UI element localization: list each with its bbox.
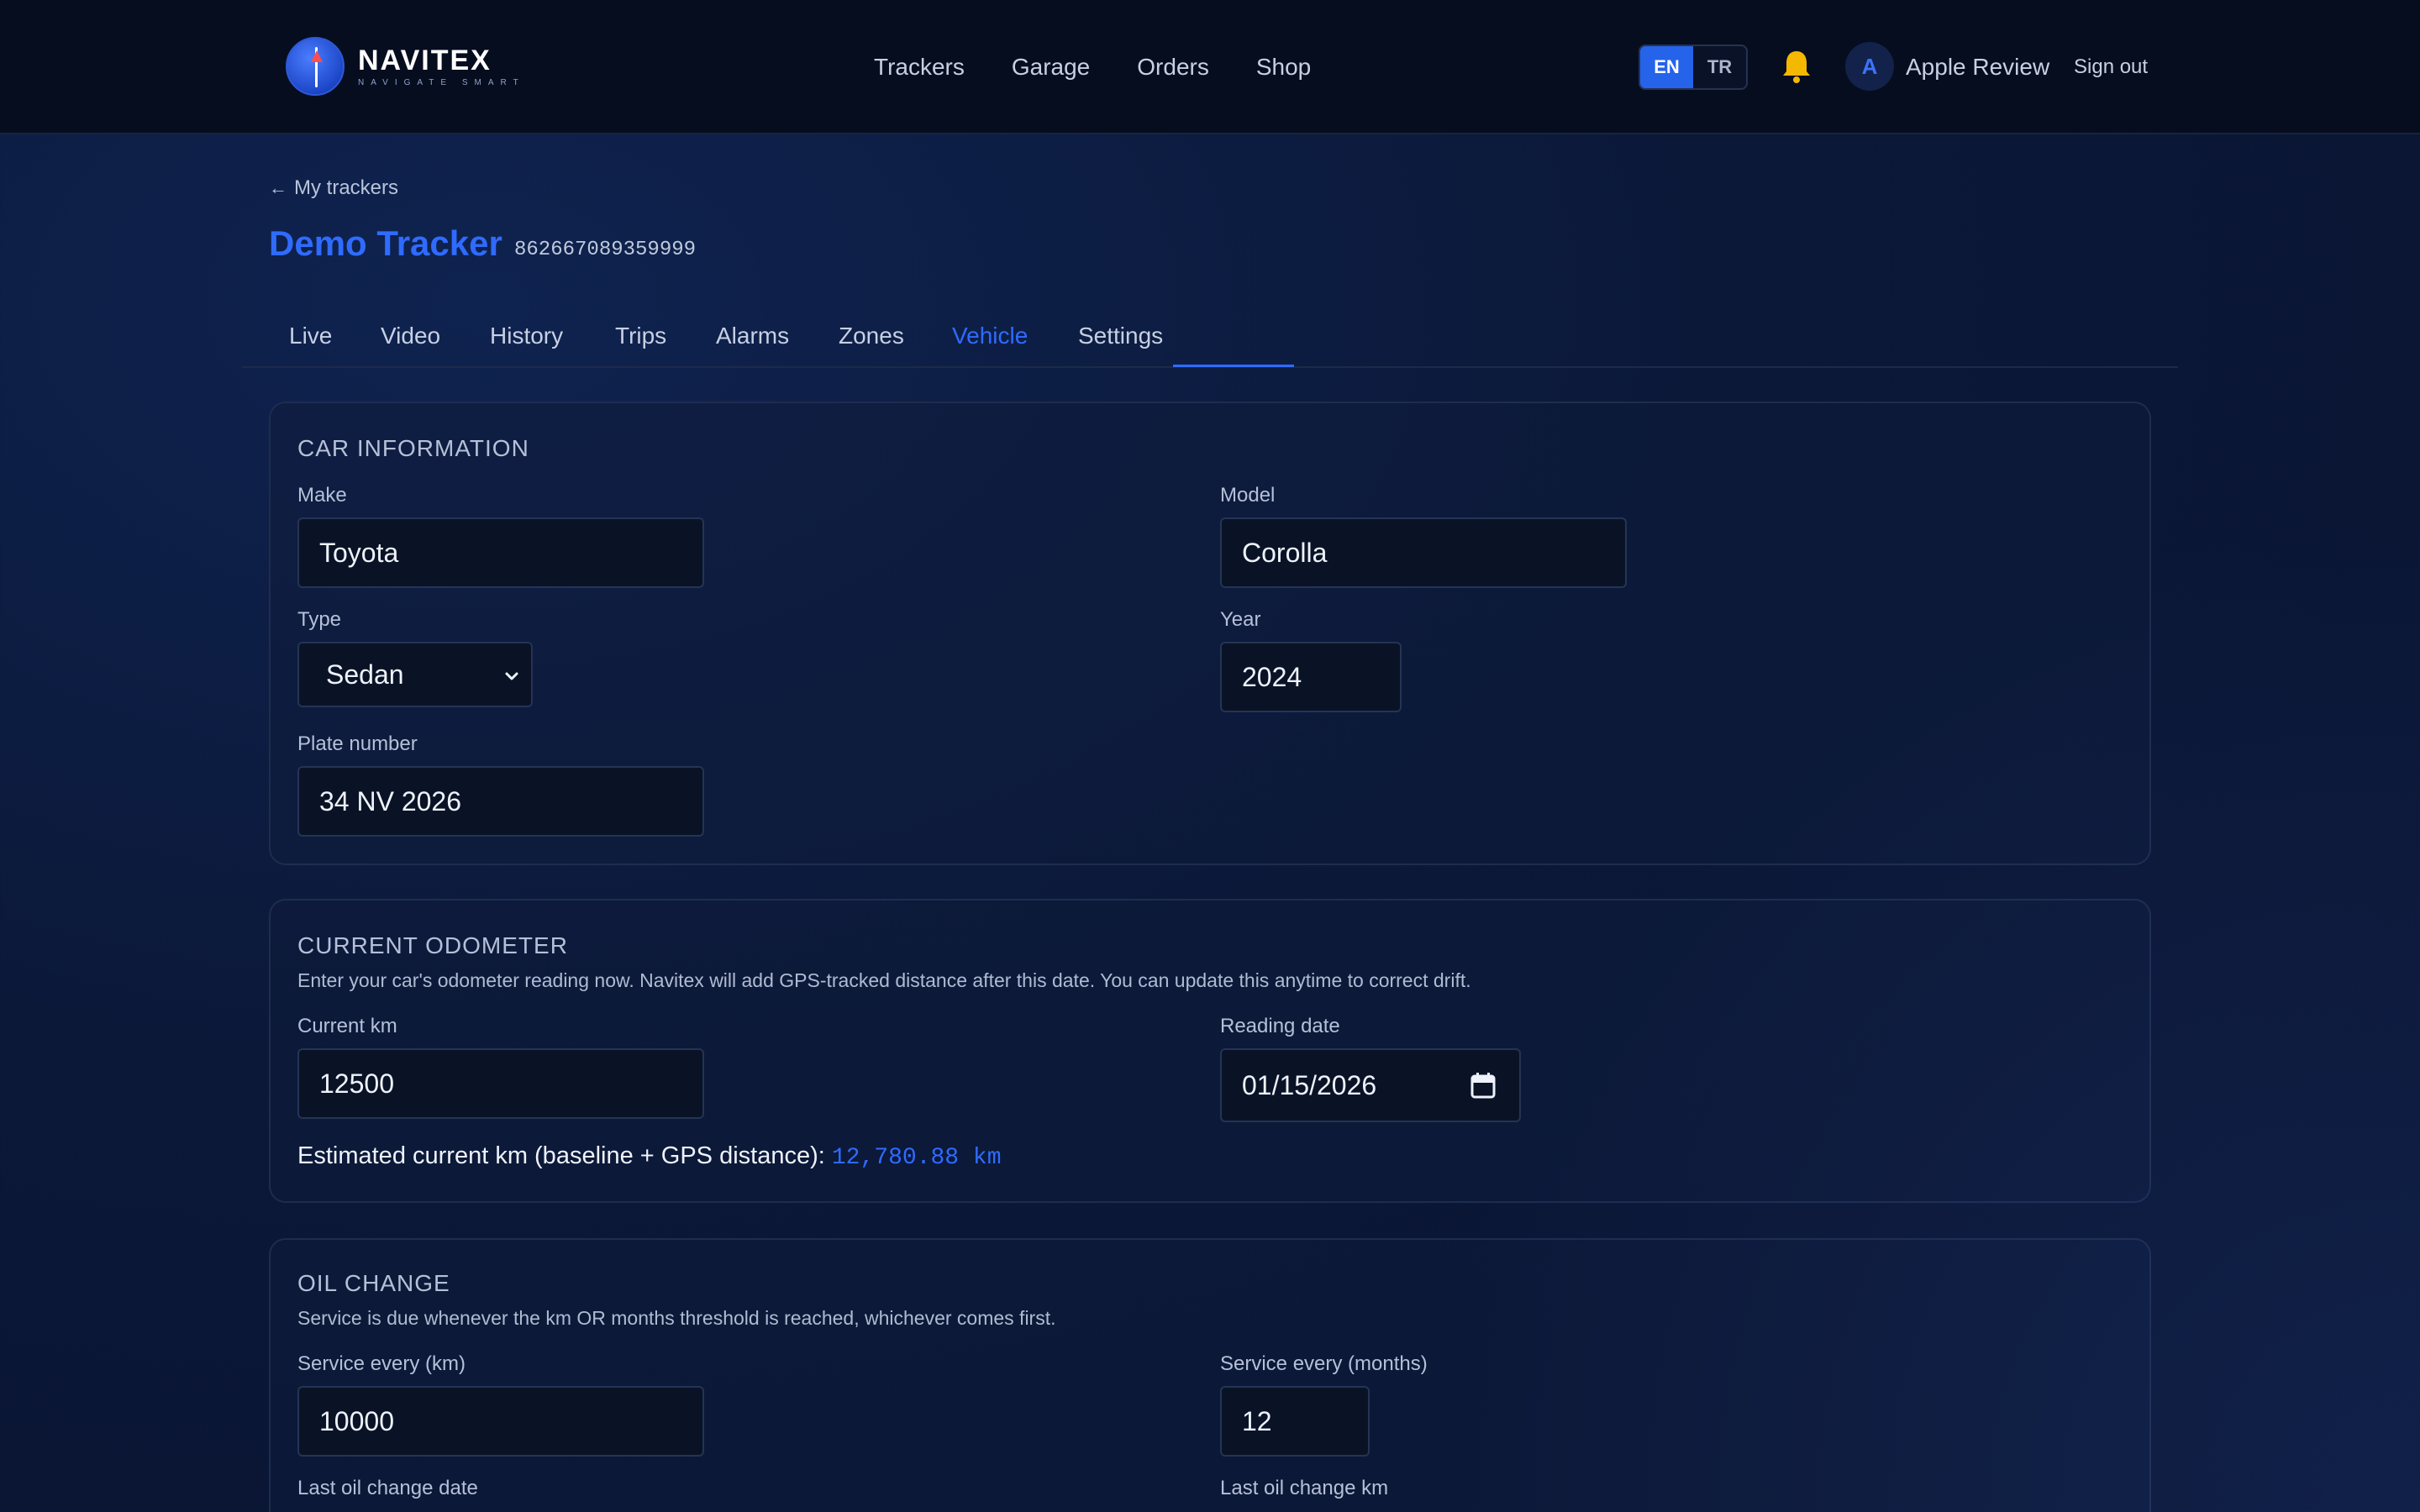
car-information-card: CAR INFORMATION Make Toyota Model Coroll… — [269, 402, 2151, 865]
last-oil-km-label: Last oil change km — [1220, 1477, 1389, 1499]
odometer-card: CURRENT ODOMETER Enter your car's odomet… — [269, 899, 2151, 1203]
reading-date-value: 01/15/2026 — [1242, 1069, 1377, 1100]
section-title: CURRENT ODOMETER — [297, 932, 568, 958]
sign-out-button[interactable]: Sign out — [2074, 52, 2148, 82]
tab-trips[interactable]: Trips — [615, 319, 666, 353]
calendar-icon[interactable] — [1470, 1072, 1496, 1099]
model-input[interactable]: Corolla — [1220, 517, 1627, 588]
type-select-value: Sedan — [326, 659, 404, 690]
reading-date-label: Reading date — [1220, 1015, 1340, 1037]
main-nav: Trackers Garage Orders Shop — [874, 50, 1358, 84]
arrow-left-icon: ← — [269, 177, 287, 198]
brand-text: NAVITEX NAVIGATE SMART — [358, 46, 525, 87]
model-label: Model — [1220, 484, 1276, 507]
nav-trackers[interactable]: Trackers — [874, 50, 965, 84]
service-months-input[interactable]: 12 — [1220, 1386, 1370, 1457]
active-tab-indicator — [1173, 365, 1294, 367]
section-description: Service is due whenever the km OR months… — [297, 1307, 1056, 1329]
compass-icon — [286, 37, 345, 96]
service-months-label: Service every (months) — [1220, 1352, 1428, 1375]
oil-change-card: OIL CHANGE Service is due whenever the k… — [269, 1238, 2151, 1512]
section-title: CAR INFORMATION — [297, 435, 529, 461]
tab-vehicle[interactable]: Vehicle — [952, 319, 1028, 353]
estimated-km-value: 12,780.88 km — [831, 1145, 1002, 1171]
avatar[interactable]: A — [1845, 42, 1894, 91]
nav-orders[interactable]: Orders — [1137, 50, 1209, 84]
back-link-label: My trackers — [294, 176, 399, 199]
service-km-label: Service every (km) — [297, 1352, 466, 1375]
current-km-label: Current km — [297, 1015, 397, 1037]
back-link[interactable]: ← My trackers — [269, 176, 398, 200]
lang-en-button[interactable]: EN — [1640, 46, 1693, 88]
estimated-km-line: Estimated current km (baseline + GPS dis… — [297, 1142, 1002, 1171]
brand-name: NAVITEX — [358, 44, 492, 76]
section-title: OIL CHANGE — [297, 1270, 450, 1296]
brand-tagline: NAVIGATE SMART — [358, 77, 525, 87]
tab-history[interactable]: History — [490, 319, 563, 353]
nav-garage[interactable]: Garage — [1012, 50, 1090, 84]
tab-live[interactable]: Live — [289, 319, 332, 353]
make-input[interactable]: Toyota — [297, 517, 704, 588]
tab-settings[interactable]: Settings — [1078, 319, 1163, 353]
brand-logo[interactable]: NAVITEX NAVIGATE SMART — [286, 37, 525, 96]
type-select[interactable]: Sedan — [297, 642, 533, 707]
bell-icon[interactable] — [1780, 48, 1813, 85]
type-label: Type — [297, 608, 342, 631]
year-label: Year — [1220, 608, 1261, 631]
page-title: Demo Tracker — [269, 223, 502, 263]
section-description: Enter your car's odometer reading now. N… — [297, 969, 1471, 991]
tracker-tabs: Live Video History Trips Alarms Zones Ve… — [242, 311, 2178, 368]
tab-zones[interactable]: Zones — [839, 319, 904, 353]
nav-shop[interactable]: Shop — [1256, 50, 1311, 84]
reading-date-input[interactable]: 01/15/2026 — [1220, 1048, 1521, 1122]
language-switcher: EN TR — [1639, 45, 1748, 90]
lang-tr-button[interactable]: TR — [1693, 46, 1746, 88]
user-name[interactable]: Apple Review — [1906, 50, 2049, 84]
last-oil-date-label: Last oil change date — [297, 1477, 478, 1499]
service-km-input[interactable]: 10000 — [297, 1386, 704, 1457]
tab-video[interactable]: Video — [381, 319, 440, 353]
current-km-input[interactable]: 12500 — [297, 1048, 704, 1119]
year-input[interactable]: 2024 — [1220, 642, 1402, 712]
top-header: NAVITEX NAVIGATE SMART Trackers Garage O… — [0, 0, 2420, 134]
plate-label: Plate number — [297, 732, 418, 755]
tab-alarms[interactable]: Alarms — [716, 319, 789, 353]
tracker-imei: 862667089359999 — [514, 239, 697, 261]
make-label: Make — [297, 484, 347, 507]
plate-input[interactable]: 34 NV 2026 — [297, 766, 704, 837]
chevron-down-icon — [505, 672, 518, 680]
estimated-km-label: Estimated current km (baseline + GPS dis… — [297, 1142, 825, 1169]
